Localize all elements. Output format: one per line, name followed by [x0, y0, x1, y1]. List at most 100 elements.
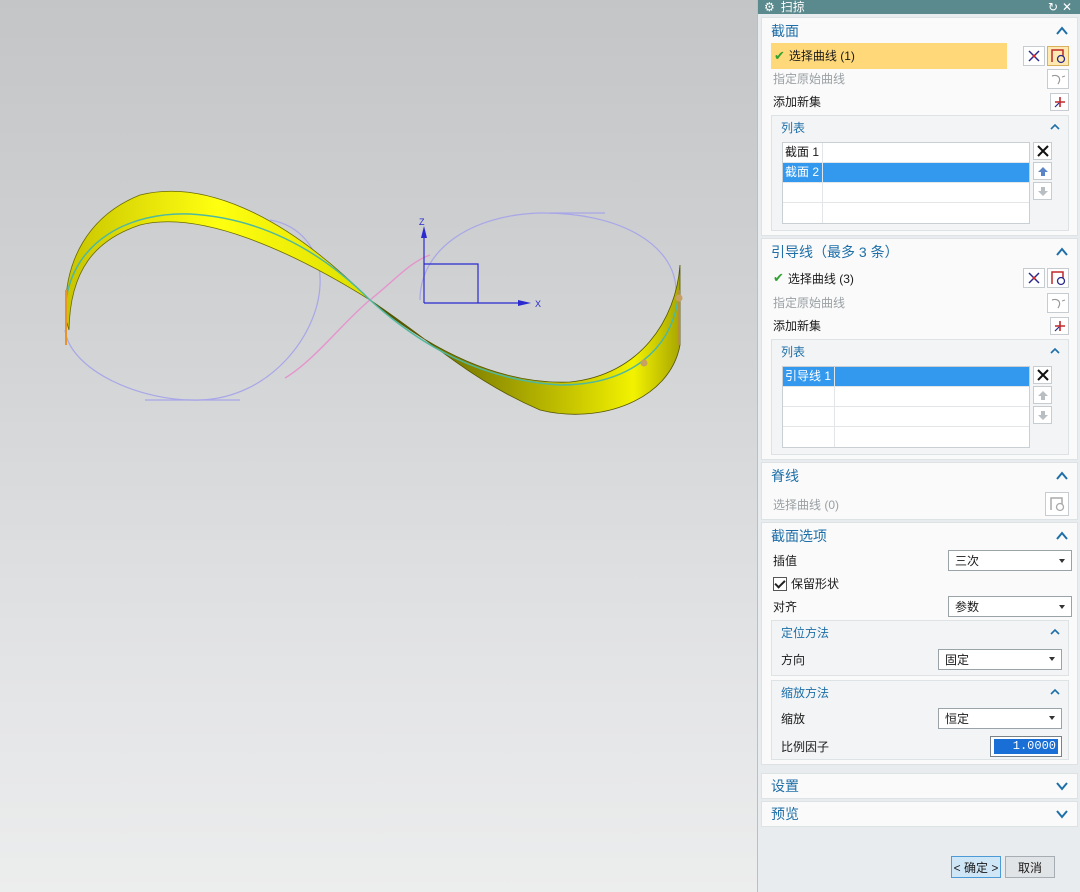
dialog-title: 扫掠 [780, 0, 805, 14]
keep-shape-label: 保留形状 [791, 577, 840, 591]
sweep-dialog: ⚙ 扫掠 ↻ ✕ 截面 ✔ 选择曲线 (1) 指定原始曲线 添加新集 列表 截面… [757, 0, 1080, 892]
move-down-button[interactable] [1033, 406, 1052, 424]
arrow-up-icon [1037, 391, 1048, 400]
list-item-empty [783, 427, 1029, 447]
scale-factor-input[interactable]: 1.0000 [990, 735, 1062, 757]
model-canvas[interactable]: Z X [0, 0, 757, 892]
arrow-up-icon [1037, 167, 1048, 176]
spine-group-header[interactable]: 脊线 [762, 463, 1077, 489]
interpolation-row: 插值 三次 [762, 549, 1077, 572]
chevron-up-icon[interactable] [1048, 685, 1062, 699]
curve-select-button[interactable] [1047, 268, 1069, 288]
cancel-button[interactable]: 取消 [1005, 856, 1055, 878]
dropdown-arrow-icon [1059, 604, 1065, 609]
z-arrow-icon [421, 226, 427, 238]
interpolation-select[interactable]: 三次 [948, 550, 1072, 571]
chevron-up-icon[interactable] [1055, 245, 1069, 259]
handle-point[interactable] [640, 359, 648, 367]
direction-label: 方向 [781, 652, 806, 667]
curve-select-button[interactable] [1045, 492, 1069, 516]
guide-select-curve-row[interactable]: ✔ 选择曲线 (3) [762, 265, 1077, 291]
chevron-up-icon[interactable] [1055, 469, 1069, 483]
specify-original-row[interactable]: 指定原始曲线 [762, 67, 1077, 90]
alignment-select[interactable]: 参数 [948, 596, 1072, 617]
section-list-panel: 列表 截面 1 截面 2 [771, 115, 1069, 231]
dropdown-arrow-icon [1049, 716, 1055, 720]
ok-button[interactable]: < 确定 > [951, 856, 1001, 878]
add-set-button[interactable] [1050, 316, 1069, 335]
guide-group-header[interactable]: 引导线（最多 3 条） [762, 239, 1077, 265]
checkmark-icon: ✔ [773, 270, 784, 285]
graphics-viewport[interactable]: Z X [0, 0, 757, 892]
list-item-selected[interactable]: 截面 2 [783, 163, 1029, 183]
list-item-selected[interactable]: 引导线 1 [783, 367, 1029, 387]
curve-select-button[interactable] [1047, 45, 1069, 66]
list-item[interactable]: 截面 1 [783, 143, 1029, 163]
section-options-group: 截面选项 插值 三次 保留形状 对齐 参数 定位方法 方向 固定 缩放方法 缩放… [761, 522, 1078, 765]
guide-add-new-set-row[interactable]: 添加新集 [762, 314, 1077, 337]
handle-point[interactable] [675, 294, 683, 302]
settings-header[interactable]: 设置 [762, 774, 1077, 798]
chevron-up-icon[interactable] [1048, 625, 1062, 639]
section-list-header[interactable]: 列表 [772, 116, 1068, 138]
chevron-up-icon[interactable] [1048, 344, 1062, 358]
spine-group: 脊线 选择曲线 (0) [761, 462, 1078, 520]
add-new-set-row[interactable]: 添加新集 [762, 90, 1077, 113]
orientation-header[interactable]: 定位方法 [772, 621, 1068, 643]
guide-select-curve-label: 选择曲线 (3) [787, 271, 854, 286]
preview-header[interactable]: 预览 [762, 802, 1077, 826]
select-curve-row[interactable]: ✔ 选择曲线 (1) [771, 42, 1007, 69]
chevron-up-icon[interactable] [1055, 24, 1069, 38]
move-up-button[interactable] [1033, 386, 1052, 404]
add-set-button[interactable] [1050, 92, 1069, 111]
delete-x-icon [1036, 145, 1049, 157]
scaling-header[interactable]: 缩放方法 [772, 681, 1068, 703]
guide-add-new-set-label: 添加新集 [773, 319, 822, 333]
remove-button[interactable] [1033, 142, 1052, 160]
original-curve-button[interactable] [1047, 292, 1069, 313]
guide-group: 引导线（最多 3 条） ✔ 选择曲线 (3) 指定原始曲线 添加新集 列表 引导… [761, 238, 1078, 460]
dialog-titlebar: ⚙ 扫掠 ↻ ✕ [758, 0, 1080, 14]
guide-specify-original-row[interactable]: 指定原始曲线 [762, 291, 1077, 314]
direction-row: 方向 固定 [772, 643, 1068, 675]
section-list[interactable]: 截面 1 截面 2 [782, 142, 1030, 224]
scaling-panel: 缩放方法 缩放 恒定 比例因子 1.0000 [771, 680, 1069, 760]
guide-list-header[interactable]: 列表 [772, 340, 1068, 362]
guide-specify-original-label: 指定原始曲线 [773, 296, 846, 310]
spine-curve [284, 254, 431, 379]
curve-arrow-icon [1051, 74, 1066, 84]
csys-triad[interactable] [423, 230, 525, 304]
move-up-button[interactable] [1033, 162, 1052, 180]
scale-select[interactable]: 恒定 [938, 707, 1062, 729]
checkmark-icon: ✔ [774, 47, 785, 63]
spine-select-curve-row[interactable]: 选择曲线 (0) [762, 489, 1077, 519]
curve-rule-button[interactable] [1023, 268, 1045, 288]
dropdown-arrow-icon [1059, 558, 1065, 563]
guide-group-title: 引导线（最多 3 条） [771, 244, 899, 260]
section-list-title: 列表 [781, 120, 806, 135]
remove-button[interactable] [1033, 366, 1052, 384]
section-options-header[interactable]: 截面选项 [762, 523, 1077, 549]
list-item-empty [783, 203, 1029, 223]
move-down-button[interactable] [1033, 182, 1052, 200]
scale-factor-label: 比例因子 [781, 739, 830, 754]
direction-select[interactable]: 固定 [938, 648, 1062, 670]
guide-list[interactable]: 引导线 1 [782, 366, 1030, 448]
chevron-down-icon[interactable] [1055, 807, 1069, 821]
guide-list-title: 列表 [781, 344, 806, 359]
section-group-header[interactable]: 截面 [762, 18, 1077, 44]
original-curve-button[interactable] [1047, 68, 1069, 89]
gear-icon[interactable]: ⚙ [764, 0, 775, 14]
keep-shape-row[interactable]: 保留形状 [762, 572, 1077, 595]
section-options-title: 截面选项 [771, 528, 827, 544]
add-new-set-label: 添加新集 [773, 95, 822, 109]
chevron-up-icon[interactable] [1055, 529, 1069, 543]
close-icon[interactable]: ✕ [1060, 1, 1074, 13]
guide-list-panel: 列表 引导线 1 [771, 339, 1069, 455]
chevron-up-icon[interactable] [1048, 120, 1062, 134]
chevron-down-icon[interactable] [1055, 779, 1069, 793]
keep-shape-checkbox[interactable] [773, 576, 787, 591]
reset-icon[interactable]: ↻ [1046, 1, 1060, 13]
list-item-empty [783, 407, 1029, 427]
curve-rule-button[interactable] [1023, 45, 1045, 66]
